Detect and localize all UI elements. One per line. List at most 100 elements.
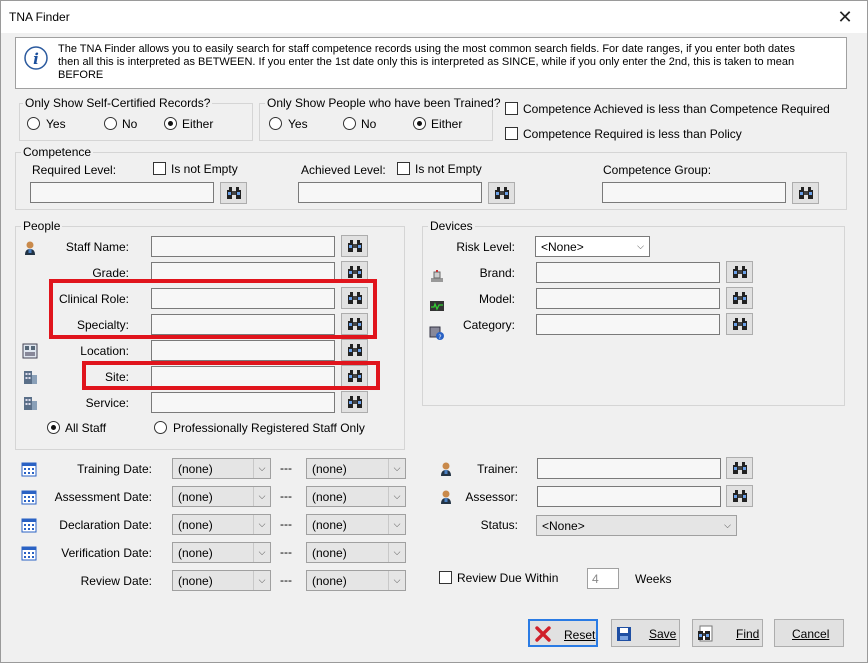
review-due-checkbox[interactable] [439, 571, 452, 584]
location-input[interactable] [151, 340, 335, 361]
date-to-select[interactable]: (none) ⌵ [306, 486, 406, 507]
achieved-not-empty-checkbox[interactable] [397, 162, 410, 175]
window-title: TNA Finder [9, 10, 70, 24]
calendar-icon [21, 518, 37, 533]
brand-input[interactable] [536, 262, 720, 283]
person-icon [25, 241, 35, 255]
registered-staff-radio[interactable] [154, 421, 167, 434]
status-value: <None> [542, 519, 585, 533]
reset-label: Reset [564, 628, 596, 642]
trainer-search-button[interactable] [726, 457, 753, 479]
find-button[interactable]: Find [692, 619, 763, 647]
assessor-input[interactable] [537, 486, 721, 507]
required-less-label: Competence Required is less than Policy [523, 127, 742, 141]
model-input[interactable] [536, 288, 720, 309]
building-icon [24, 371, 37, 384]
binoculars-icon [733, 266, 747, 278]
save-label: Save [649, 627, 677, 641]
achieved-level-search-button[interactable] [488, 182, 515, 204]
date-from-value: (none) [178, 518, 213, 532]
title-bar: TNA Finder ✕ [1, 1, 867, 33]
date-from-select[interactable]: (none) ⌵ [172, 514, 271, 535]
review-weeks-input[interactable]: 4 [587, 568, 619, 589]
chevron-down-icon: ⌵ [253, 487, 270, 506]
date-from-select[interactable]: (none) ⌵ [172, 486, 271, 507]
red-x-icon [535, 626, 551, 642]
assessor-search-button[interactable] [726, 485, 753, 507]
achieved-less-label: Competence Achieved is less than Compete… [523, 102, 830, 116]
trainer-input[interactable] [537, 458, 721, 479]
date-to-select[interactable]: (none) ⌵ [306, 542, 406, 563]
date-separator: --- [280, 573, 292, 587]
location-search-button[interactable] [341, 339, 368, 361]
cancel-button[interactable]: Cancel [774, 619, 844, 647]
achieved-level-input[interactable] [298, 182, 482, 203]
all-staff-radio[interactable] [47, 421, 60, 434]
date-to-select[interactable]: (none) ⌵ [306, 570, 406, 591]
date-from-select[interactable]: (none) ⌵ [172, 570, 271, 591]
trained-no-radio[interactable] [343, 117, 356, 130]
trained-yes-radio[interactable] [269, 117, 282, 130]
trained-label: Only Show People who have been Trained? [265, 96, 503, 110]
risk-level-label: Risk Level: [456, 240, 515, 254]
required-not-empty-checkbox[interactable] [153, 162, 166, 175]
date-separator: --- [280, 545, 292, 559]
service-search-button[interactable] [341, 391, 368, 413]
binoculars-icon [227, 187, 241, 199]
binoculars-icon [733, 318, 747, 330]
self-cert-either-radio[interactable] [164, 117, 177, 130]
svg-text:i: i [33, 50, 39, 68]
binoculars-icon [733, 490, 747, 502]
date-separator: --- [280, 489, 292, 503]
model-search-button[interactable] [726, 287, 753, 309]
calendar-icon [21, 546, 37, 561]
brand-search-button[interactable] [726, 261, 753, 283]
chevron-down-icon: ⌵ [253, 459, 270, 478]
date-row-label: Verification Date: [61, 546, 152, 560]
date-row-label: Declaration Date: [59, 518, 152, 532]
binoculars-icon [733, 292, 747, 304]
required-level-search-button[interactable] [220, 182, 247, 204]
date-to-value: (none) [312, 546, 347, 560]
trained-either-label: Either [431, 117, 463, 131]
location-label: Location: [80, 344, 129, 358]
staff-name-input[interactable] [151, 236, 335, 257]
close-icon[interactable]: ✕ [833, 5, 857, 29]
achieved-not-empty-label: Is not Empty [415, 162, 482, 176]
date-from-select[interactable]: (none) ⌵ [172, 458, 271, 479]
date-to-select[interactable]: (none) ⌵ [306, 458, 406, 479]
staff-name-search-button[interactable] [341, 235, 368, 257]
trained-yes-label: Yes [288, 117, 308, 131]
date-from-value: (none) [178, 462, 213, 476]
weeks-label: Weeks [635, 572, 672, 586]
reset-button[interactable]: Reset [528, 619, 598, 647]
required-less-checkbox[interactable] [505, 127, 518, 140]
category-label: Category: [462, 318, 515, 332]
category-input[interactable] [536, 314, 720, 335]
status-select[interactable]: <None> ⌵ [536, 515, 737, 536]
info-panel: i The TNA Finder allows you to easily se… [15, 37, 847, 89]
location-icon [22, 343, 38, 359]
calendar-icon [21, 490, 37, 505]
tna-finder-window: TNA Finder ✕ i The TNA Finder allows you… [0, 0, 868, 663]
date-to-select[interactable]: (none) ⌵ [306, 514, 406, 535]
save-button[interactable]: Save [611, 619, 680, 647]
chevron-down-icon: ⌵ [253, 571, 270, 590]
grade-label: Grade: [92, 266, 129, 280]
risk-level-select[interactable]: <None> ⌵ [535, 236, 650, 257]
self-certified-label: Only Show Self-Certified Records? [23, 96, 213, 110]
self-cert-no-radio[interactable] [104, 117, 117, 130]
competence-group-search-button[interactable] [792, 182, 819, 204]
date-from-select[interactable]: (none) ⌵ [172, 542, 271, 563]
self-cert-no-label: No [122, 117, 138, 131]
service-input[interactable] [151, 392, 335, 413]
category-search-button[interactable] [726, 313, 753, 335]
achieved-less-checkbox[interactable] [505, 102, 518, 115]
chevron-down-icon: ⌵ [388, 487, 405, 506]
chevron-down-icon: ⌵ [637, 241, 644, 251]
trained-either-radio[interactable] [413, 117, 426, 130]
competence-group-input[interactable] [602, 182, 786, 203]
required-level-input[interactable] [30, 182, 214, 203]
self-cert-yes-radio[interactable] [27, 117, 40, 130]
info-line-3: BEFORE [58, 69, 104, 81]
